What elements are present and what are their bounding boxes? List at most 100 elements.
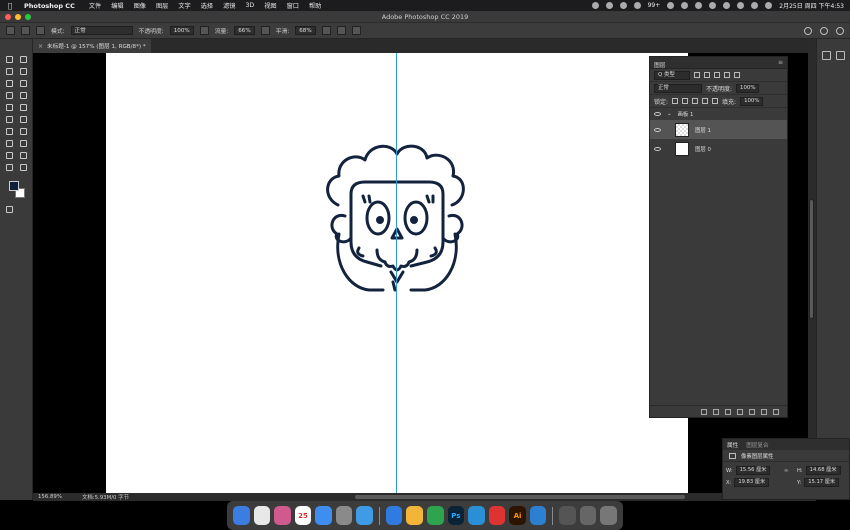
properties-panel-icon[interactable] bbox=[836, 51, 845, 60]
new-layer-icon[interactable] bbox=[761, 408, 767, 415]
qq-browser-icon[interactable] bbox=[529, 506, 547, 525]
type-tool-icon[interactable] bbox=[5, 115, 14, 124]
visibility-eye-icon[interactable] bbox=[654, 112, 661, 116]
illustrator-icon[interactable]: Ai bbox=[509, 506, 526, 525]
symmetry-icon[interactable] bbox=[351, 26, 361, 35]
lock-artboard-icon[interactable] bbox=[702, 98, 709, 104]
more-tools-icon[interactable] bbox=[19, 163, 28, 172]
rectangle-tool-icon[interactable] bbox=[19, 127, 28, 136]
lock-pixels-icon[interactable] bbox=[682, 98, 689, 104]
status-icon[interactable] bbox=[605, 2, 613, 9]
filter-smart-icon[interactable] bbox=[734, 72, 740, 78]
smooth-field[interactable]: 68% bbox=[295, 26, 316, 35]
gradient-tool-icon[interactable] bbox=[19, 103, 28, 112]
launchpad-icon[interactable] bbox=[274, 506, 291, 525]
layers-tab[interactable]: 图层 bbox=[654, 60, 666, 69]
x-field[interactable]: 19.83 厘米 bbox=[734, 478, 770, 487]
airbrush-icon[interactable] bbox=[260, 26, 270, 35]
search-icon[interactable] bbox=[751, 2, 759, 9]
filter-type-icon[interactable] bbox=[714, 72, 720, 78]
menu-help[interactable]: 帮助 bbox=[309, 1, 321, 10]
trash-icon[interactable] bbox=[600, 506, 617, 525]
close-tab-icon[interactable]: × bbox=[38, 43, 43, 50]
control-center-icon[interactable] bbox=[765, 2, 773, 9]
volume-icon[interactable] bbox=[695, 2, 703, 9]
airmail-icon[interactable] bbox=[385, 506, 403, 525]
browser-icon[interactable] bbox=[468, 506, 485, 525]
calendar-icon[interactable]: 25 bbox=[294, 506, 312, 525]
flow-field[interactable]: 66% bbox=[234, 26, 255, 35]
screenshot-icon[interactable] bbox=[559, 506, 576, 525]
pen-tool-icon[interactable] bbox=[19, 115, 28, 124]
artboard-tool-icon[interactable] bbox=[19, 55, 28, 64]
marquee-tool-icon[interactable] bbox=[5, 67, 14, 76]
move-tool-icon[interactable] bbox=[5, 55, 14, 64]
menu-filter[interactable]: 滤镜 bbox=[223, 1, 235, 10]
menu-edit[interactable]: 编辑 bbox=[111, 1, 123, 10]
lock-all-icon[interactable] bbox=[712, 98, 719, 104]
horizontal-scrollbar[interactable] bbox=[355, 495, 685, 499]
wechat-icon[interactable] bbox=[427, 506, 444, 525]
status-icon[interactable] bbox=[681, 2, 689, 9]
filter-pixel-icon[interactable] bbox=[694, 72, 700, 78]
hand-tool-icon[interactable] bbox=[19, 151, 28, 160]
lock-position-icon[interactable] bbox=[692, 98, 699, 104]
workspace-icon[interactable] bbox=[820, 27, 828, 35]
search-icon[interactable] bbox=[804, 27, 812, 35]
menu-3d[interactable]: 3D bbox=[245, 2, 254, 9]
pressure-size-icon[interactable] bbox=[336, 26, 346, 35]
share-icon[interactable] bbox=[836, 27, 844, 35]
foreground-color-swatch[interactable] bbox=[9, 181, 19, 191]
artboard-canvas[interactable] bbox=[106, 53, 688, 493]
layer-row-selected[interactable]: 图层 1 bbox=[650, 120, 787, 139]
fx-icon[interactable] bbox=[713, 408, 719, 415]
menu-view[interactable]: 视图 bbox=[264, 1, 276, 10]
brush-preset-picker[interactable] bbox=[21, 26, 30, 35]
visibility-eye-icon[interactable] bbox=[654, 127, 661, 132]
add-mask-icon[interactable] bbox=[725, 408, 731, 415]
fill-field[interactable]: 100% bbox=[740, 96, 764, 106]
blend-mode-select[interactable]: 正常 bbox=[654, 83, 702, 93]
menu-layer[interactable]: 图层 bbox=[156, 1, 168, 10]
downloads-icon[interactable] bbox=[579, 506, 597, 525]
zoom-level[interactable]: 156.89% bbox=[38, 494, 62, 500]
path-select-tool-icon[interactable] bbox=[5, 127, 14, 136]
eyedropper-tool-icon[interactable] bbox=[5, 91, 14, 100]
shape-tool-icon[interactable] bbox=[19, 139, 28, 148]
menubar-clock[interactable]: 2月25日 周四 下午4:53 bbox=[779, 1, 844, 10]
tab-layer-comps[interactable]: 图层复合 bbox=[746, 441, 768, 449]
mode-select[interactable]: 正常 bbox=[70, 26, 133, 35]
document-size[interactable]: 文档:5.93M/0 字节 bbox=[82, 493, 129, 501]
battery-icon[interactable] bbox=[709, 2, 717, 9]
menu-window[interactable]: 窗口 bbox=[287, 1, 299, 10]
wifi-icon[interactable] bbox=[737, 2, 745, 9]
crop-tool-icon[interactable] bbox=[19, 79, 28, 88]
zoom-tool-icon[interactable] bbox=[5, 163, 14, 172]
pressure-opacity-icon[interactable] bbox=[199, 26, 209, 35]
wechat-status-icon[interactable] bbox=[633, 2, 641, 9]
lock-transparency-icon[interactable] bbox=[672, 98, 679, 104]
menu-select[interactable]: 选择 bbox=[201, 1, 213, 10]
new-group-icon[interactable] bbox=[749, 408, 755, 415]
ellipse-tool-icon[interactable] bbox=[5, 139, 14, 148]
smudge-tool-icon[interactable] bbox=[5, 151, 14, 160]
system-preferences-icon[interactable] bbox=[335, 506, 353, 525]
status-icon[interactable] bbox=[667, 2, 675, 9]
height-field[interactable]: 14.68 厘米 bbox=[805, 466, 841, 475]
quick-select-tool-icon[interactable] bbox=[5, 79, 14, 88]
adjustment-layer-icon[interactable] bbox=[737, 408, 743, 415]
layer-row-artboard[interactable]: ⌄ 画板 1 bbox=[650, 108, 787, 120]
appstore-icon[interactable] bbox=[315, 506, 332, 525]
vertical-guide[interactable] bbox=[396, 53, 397, 493]
apple-menu-icon[interactable]:  bbox=[6, 2, 14, 10]
status-icon[interactable] bbox=[591, 2, 599, 9]
link-layers-icon[interactable] bbox=[701, 408, 707, 415]
tab-properties[interactable]: 属性 bbox=[727, 441, 738, 449]
trash-icon[interactable] bbox=[773, 408, 779, 415]
disclosure-chevron-icon[interactable]: ⌄ bbox=[667, 111, 672, 117]
link-icon[interactable]: ∞ bbox=[784, 468, 788, 474]
menu-file[interactable]: 文件 bbox=[89, 1, 101, 10]
xmind-icon[interactable] bbox=[488, 506, 506, 525]
opacity-field[interactable]: 100% bbox=[169, 26, 194, 35]
eraser-tool-icon[interactable] bbox=[5, 103, 14, 112]
